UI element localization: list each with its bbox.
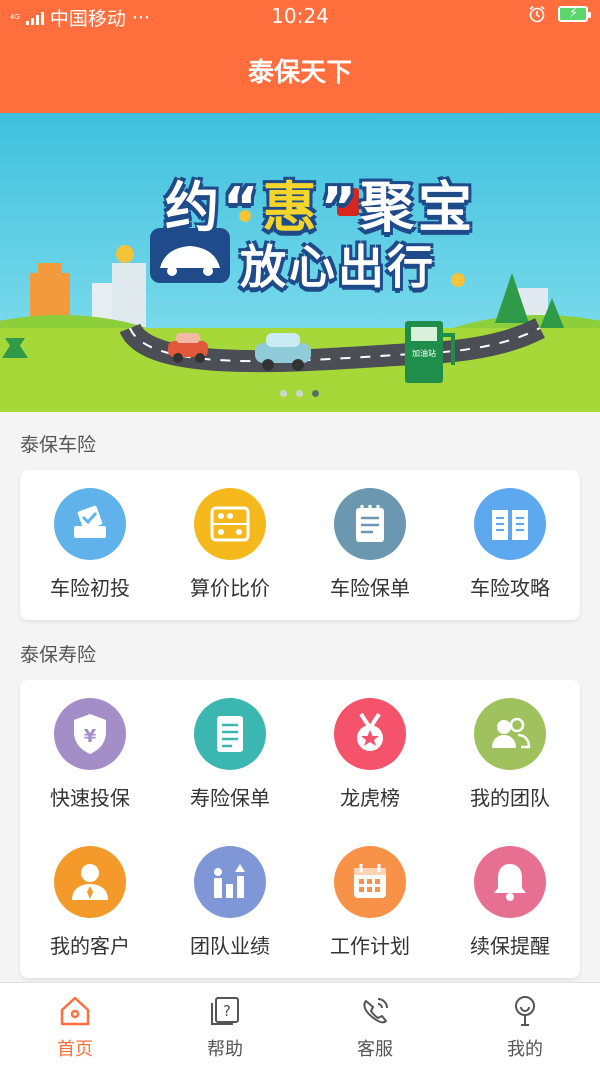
menu-item-label: 快速投保 [50,786,130,810]
tab-customer-service[interactable]: 客服 [300,983,450,1068]
profile-icon [515,996,535,1026]
banner-subheadline: 放心出行 [240,240,436,294]
team-icon [492,717,531,749]
top-bar: 4G 中国移动 ··· 10:24 ⚡ 泰保天下 [0,0,600,113]
menu-item-label: 我的客户 [50,934,130,958]
phone-icon [363,998,388,1024]
menu-item-my-customers[interactable]: 我的客户 [20,846,160,959]
help-icon: ? [211,997,239,1025]
menu-item-my-team[interactable]: 我的团队 [440,698,580,811]
page-title: 泰保天下 [247,58,352,88]
life-insurance-card: ¥ 快速投保 寿险保单 龙虎榜 我的团队 我的客户 团队业绩 工作计划 续保提醒 [20,680,580,978]
gas-station-label: 加油站 [412,348,436,358]
home-icon [60,996,90,1026]
bottom-tab-bar: 首页 ? 帮助 客服 我的 [0,982,600,1068]
status-bar: 4G 中国移动 ··· 10:24 ⚡ [0,0,600,30]
car-insurance-card: 车险初投 算价比价 车险保单 车险攻略 [20,470,580,620]
svg-text:?: ? [223,1002,231,1020]
menu-item-label: 车险初投 [50,576,130,600]
promo-banner[interactable]: 加油站 约“惠”聚宝 放心出行 [0,113,600,412]
section-title-car-insurance: 泰保车险 [20,434,97,456]
menu-item-work-plan[interactable]: 工作计划 [300,846,440,959]
tab-label: 首页 [57,1039,93,1060]
section-title-life-insurance: 泰保寿险 [20,644,97,666]
battery-icon: ⚡ [558,6,591,22]
customer-icon [72,864,108,900]
menu-item-price-compare[interactable]: 算价比价 [160,488,300,601]
growth-chart-icon [214,864,245,898]
open-book-icon [492,510,528,540]
menu-item-car-policy[interactable]: 车险保单 [300,488,440,601]
tab-profile[interactable]: 我的 [450,983,600,1068]
carousel-dot-active[interactable] [312,390,319,397]
tab-label: 我的 [507,1039,543,1060]
tab-home[interactable]: 首页 [0,983,150,1068]
menu-item-label: 团队业绩 [190,934,270,958]
abacus-icon [210,506,250,542]
menu-item-label: 龙虎榜 [340,786,400,810]
carousel-dot[interactable] [280,390,287,397]
vote-box-icon [74,505,106,538]
alarm-icon [529,5,545,23]
menu-item-label: 车险攻略 [470,576,550,600]
menu-item-quick-insure[interactable]: ¥ 快速投保 [20,698,160,811]
menu-item-car-guide[interactable]: 车险攻略 [440,488,580,601]
menu-item-life-policy[interactable]: 寿险保单 [160,698,300,811]
menu-item-car-initial-quote[interactable]: 车险初投 [20,488,160,601]
notepad-icon [356,505,384,542]
yen-shield-icon: ¥ [74,714,106,754]
menu-item-label: 续保提醒 [470,934,550,958]
carousel-indicator [280,390,319,397]
menu-item-label: 工作计划 [330,934,410,958]
tab-label: 帮助 [207,1039,243,1060]
menu-item-label: 算价比价 [190,576,270,600]
status-time: 10:24 [271,4,329,28]
menu-item-label: 车险保单 [330,576,410,600]
menu-item-leaderboard[interactable]: 龙虎榜 [300,698,440,811]
menu-item-label: 寿险保单 [190,786,270,810]
bell-icon [494,864,526,901]
svg-text:¥: ¥ [84,726,97,747]
tab-label: 客服 [357,1039,393,1060]
menu-item-label: 我的团队 [470,786,550,810]
medal-icon [357,712,383,751]
calendar-icon [354,864,386,898]
menu-item-renewal-reminder[interactable]: 续保提醒 [440,846,580,959]
tab-help[interactable]: ? 帮助 [150,983,300,1068]
document-icon [217,716,243,752]
menu-item-team-performance[interactable]: 团队业绩 [160,846,300,959]
carousel-dot[interactable] [296,390,303,397]
